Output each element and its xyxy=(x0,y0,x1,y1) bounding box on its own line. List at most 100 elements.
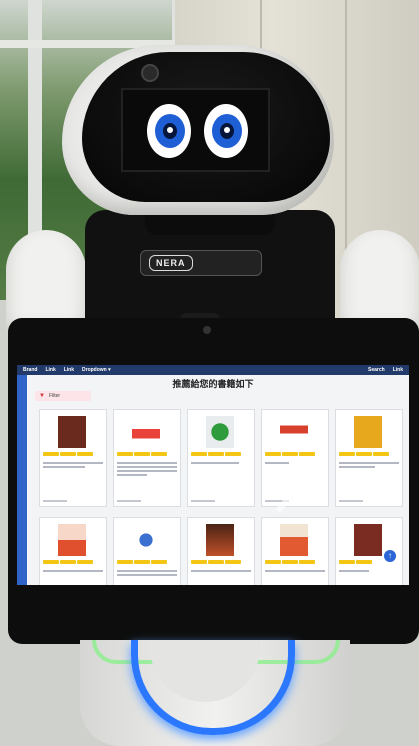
text-line xyxy=(117,466,177,468)
tag xyxy=(134,560,150,564)
tablet-display: Brand Link Link Dropdown ▾ Search Link 推… xyxy=(17,365,409,585)
arrow-up-icon[interactable]: ↑ xyxy=(384,550,396,562)
book-card[interactable] xyxy=(187,517,255,585)
robot-photo: NERA Brand Link Link Dropdown ▾ Search L… xyxy=(0,0,419,746)
tag xyxy=(282,560,298,564)
book-tags xyxy=(265,452,325,456)
eye-iris xyxy=(155,114,185,148)
robot-brand-logo: NERA xyxy=(149,255,193,271)
tag xyxy=(60,452,76,456)
book-card[interactable] xyxy=(113,517,181,585)
filter-button[interactable]: ▼ Filter xyxy=(35,391,91,401)
book-cover xyxy=(354,524,382,556)
text-line xyxy=(339,570,369,572)
text-line xyxy=(265,462,289,464)
book-cover xyxy=(206,524,234,556)
book-tags xyxy=(43,560,103,564)
eye-iris xyxy=(212,114,242,148)
book-cover xyxy=(280,524,308,556)
book-author xyxy=(117,500,141,502)
book-author xyxy=(339,500,363,502)
book-author xyxy=(191,500,215,502)
tag xyxy=(43,560,59,564)
tag xyxy=(299,560,315,564)
text-line xyxy=(265,570,325,572)
filter-label: Filter xyxy=(48,393,61,399)
text-line xyxy=(339,462,399,464)
text-line xyxy=(43,570,103,572)
book-card[interactable] xyxy=(261,517,329,585)
book-tags xyxy=(265,560,325,564)
tag xyxy=(339,452,355,456)
tag xyxy=(134,452,150,456)
filter-icon: ▼ xyxy=(39,393,45,399)
tag xyxy=(117,560,133,564)
nav-link[interactable]: Link xyxy=(64,367,74,373)
book-cover xyxy=(132,416,160,448)
tag xyxy=(60,560,76,564)
tag xyxy=(43,452,59,456)
tag xyxy=(265,452,281,456)
book-cover xyxy=(206,416,234,448)
book-cover xyxy=(58,524,86,556)
tag xyxy=(191,560,207,564)
robot-right-eye xyxy=(204,104,248,158)
book-cover xyxy=(58,416,86,448)
nav-brand[interactable]: Brand xyxy=(23,367,37,373)
tag xyxy=(356,452,372,456)
book-description xyxy=(43,462,103,470)
text-line xyxy=(43,466,85,468)
text-line xyxy=(117,462,177,464)
book-card[interactable] xyxy=(39,409,107,507)
tag xyxy=(77,452,93,456)
text-line xyxy=(117,474,147,476)
tag xyxy=(117,452,133,456)
tag xyxy=(356,560,372,564)
book-tags xyxy=(117,452,177,456)
page-title: 推薦給您的書籍如下 xyxy=(172,379,254,389)
tag xyxy=(339,560,355,564)
tag xyxy=(265,560,281,564)
tag xyxy=(151,560,167,564)
left-accent-bar xyxy=(17,375,27,585)
nav-dropdown[interactable]: Dropdown ▾ xyxy=(82,367,111,373)
book-description xyxy=(191,462,251,466)
text-line xyxy=(191,462,239,464)
text-line xyxy=(43,462,103,464)
book-description xyxy=(265,570,325,574)
book-description xyxy=(43,570,103,574)
book-tags xyxy=(191,560,251,564)
nav-search[interactable]: Search xyxy=(368,367,385,373)
tag xyxy=(151,452,167,456)
sensor-bar: NERA xyxy=(140,250,262,276)
book-card[interactable] xyxy=(39,517,107,585)
eye-glint xyxy=(224,127,230,133)
tablet-camera-icon xyxy=(203,326,211,334)
tag xyxy=(208,452,224,456)
nav-link[interactable]: Link xyxy=(393,367,403,373)
eye-pupil xyxy=(163,123,177,139)
text-line xyxy=(117,570,177,572)
book-tags xyxy=(117,560,177,564)
camera-icon xyxy=(141,64,159,82)
nav-link[interactable]: Link xyxy=(45,367,55,373)
book-card[interactable] xyxy=(335,409,403,507)
book-description xyxy=(339,462,399,470)
book-cover xyxy=(132,524,160,556)
book-description xyxy=(191,570,251,574)
text-line xyxy=(117,574,177,576)
tag xyxy=(191,452,207,456)
text-line xyxy=(117,470,177,472)
eye-pupil xyxy=(220,123,234,139)
book-card[interactable] xyxy=(113,409,181,507)
text-line xyxy=(191,570,251,572)
book-cover xyxy=(354,416,382,448)
tag xyxy=(299,452,315,456)
book-card[interactable] xyxy=(187,409,255,507)
tag xyxy=(225,560,241,564)
book-author xyxy=(43,500,67,502)
book-cover xyxy=(280,416,308,448)
book-grid xyxy=(39,409,403,585)
book-description xyxy=(117,462,177,478)
book-tags xyxy=(191,452,251,456)
